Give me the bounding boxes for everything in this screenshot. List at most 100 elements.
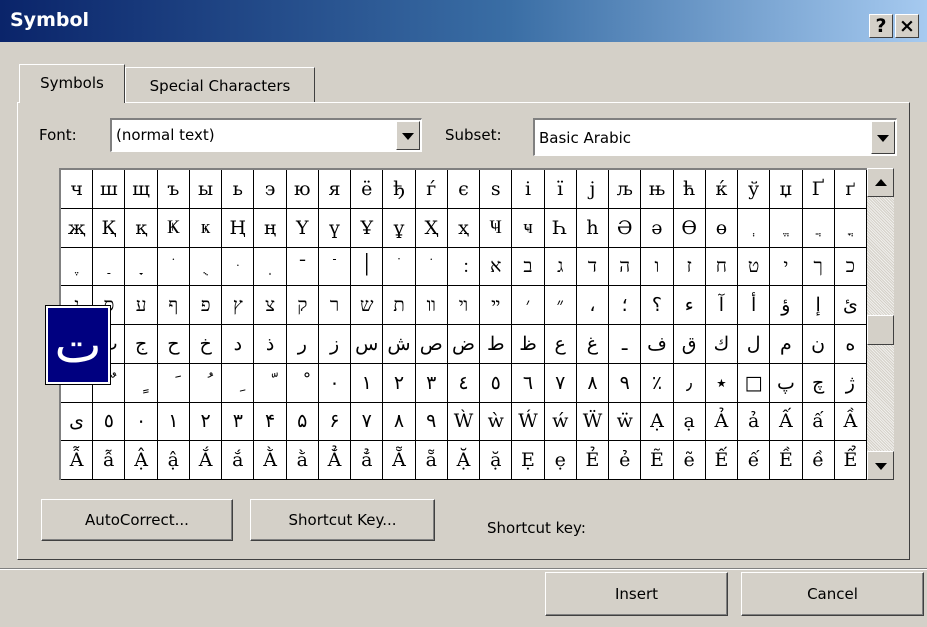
symbol-cell[interactable]: ٣	[222, 402, 255, 442]
symbol-cell[interactable]: ї	[544, 170, 577, 209]
symbol-cell[interactable]: Ắ	[189, 441, 223, 480]
symbol-cell[interactable]: Ẹ	[512, 441, 545, 480]
help-icon[interactable]: ?	[869, 14, 893, 38]
symbol-cell[interactable]: ө	[705, 208, 739, 248]
symbol-cell[interactable]: ء	[673, 286, 706, 325]
symbol-cell[interactable]: ٥	[480, 363, 513, 403]
symbol-cell[interactable]: ҝ	[189, 208, 223, 248]
symbol-cell[interactable]: غ	[576, 325, 610, 364]
symbol-cell[interactable]: Ұ	[351, 208, 384, 248]
symbol-cell[interactable]: ٦	[512, 363, 545, 403]
symbol-cell[interactable]: ه	[834, 325, 867, 364]
symbol-cell[interactable]: Ậ	[125, 441, 158, 480]
symbol-cell[interactable]: ك	[705, 325, 739, 364]
symbol-cell[interactable]: ש	[351, 286, 384, 325]
symbol-cell[interactable]: ٤	[447, 363, 481, 403]
scroll-up-icon[interactable]	[867, 168, 894, 197]
symbol-cell[interactable]: ٩	[609, 363, 642, 403]
symbol-cell[interactable]: ׂ	[415, 247, 448, 287]
symbol-cell[interactable]: Ặ	[447, 441, 481, 480]
symbol-cell[interactable]: ر	[286, 325, 319, 364]
symbol-cell[interactable]: ؛	[609, 286, 642, 325]
symbol-cell[interactable]: س	[351, 325, 384, 364]
symbol-cell[interactable]: ف	[641, 325, 674, 364]
symbol-cell[interactable]: ־	[286, 247, 319, 287]
symbol-cell[interactable]: Қ	[93, 208, 126, 248]
symbol-cell[interactable]: ẫ	[93, 441, 126, 480]
symbol-cell[interactable]: ٥	[93, 402, 126, 442]
symbol-cell[interactable]: ۶	[318, 402, 352, 442]
symbol-cell[interactable]: ײ	[480, 286, 513, 325]
symbol-cell[interactable]: ֲ	[802, 208, 835, 248]
symbol-cell[interactable]: ٩	[415, 402, 448, 442]
grid-scrollbar[interactable]	[867, 168, 894, 480]
symbol-cell[interactable]: ẳ	[351, 441, 384, 480]
symbol-cell[interactable]: Ґ	[802, 170, 835, 209]
symbol-cell[interactable]: ג	[544, 247, 577, 287]
symbol-cell[interactable]: ז	[673, 247, 706, 287]
symbol-cell[interactable]: Ẽ	[641, 441, 674, 480]
symbol-cell[interactable]: Ầ	[834, 402, 867, 442]
symbol-cell[interactable]: ژ	[834, 363, 867, 403]
symbol-cell[interactable]: Ẻ	[576, 441, 610, 480]
symbol-cell[interactable]: ы	[189, 170, 223, 209]
symbol-cell[interactable]: ٍ	[125, 363, 158, 403]
symbol-cell[interactable]: џ	[770, 170, 803, 209]
symbol-cell[interactable]: ظ	[512, 325, 545, 364]
symbol-cell[interactable]: ّ	[254, 363, 287, 403]
symbol-cell[interactable]: ٨	[383, 402, 416, 442]
symbol-cell[interactable]: ћ	[673, 170, 706, 209]
tab-special-characters[interactable]: Special Characters	[125, 67, 315, 102]
symbol-cell[interactable]: ấ	[802, 402, 835, 442]
symbol-cell[interactable]: қ	[125, 208, 158, 248]
symbol-cell[interactable]: ו	[641, 247, 674, 287]
symbol-cell[interactable]: ת	[383, 286, 416, 325]
symbol-cell[interactable]: Ө	[673, 208, 706, 248]
symbol-cell[interactable]: ң	[254, 208, 287, 248]
symbol-cell[interactable]: і	[512, 170, 545, 209]
symbol-cell[interactable]: щ	[125, 170, 158, 209]
symbol-cell[interactable]: ٣	[415, 363, 448, 403]
symbol-cell[interactable]: ص	[415, 325, 448, 364]
symbol-cell[interactable]: □	[738, 363, 771, 403]
symbol-cell[interactable]: צ	[254, 286, 287, 325]
symbol-cell[interactable]: ط	[480, 325, 513, 364]
symbol-cell[interactable]: ד	[576, 247, 610, 287]
symbol-cell[interactable]: ُ	[189, 363, 223, 403]
tab-symbols[interactable]: Symbols	[19, 64, 125, 103]
symbol-cell[interactable]: ү	[318, 208, 352, 248]
symbol-cell[interactable]: ề	[802, 441, 835, 480]
symbol-cell[interactable]: ю	[286, 170, 319, 209]
insert-button[interactable]: Insert	[545, 572, 728, 616]
symbol-cell[interactable]: є	[447, 170, 481, 209]
symbol-cell[interactable]: ך	[802, 247, 835, 287]
symbol-cell[interactable]: ף	[157, 286, 190, 325]
symbol-cell[interactable]: Ү	[286, 208, 319, 248]
symbol-cell[interactable]: ט	[738, 247, 771, 287]
symbol-cell[interactable]: ِ	[222, 363, 255, 403]
symbol-cell[interactable]: љ	[609, 170, 642, 209]
symbol-cell[interactable]: ь	[222, 170, 255, 209]
symbol-cell[interactable]: ר	[318, 286, 352, 325]
symbol-cell[interactable]: Ә	[609, 208, 642, 248]
symbol-cell[interactable]: Ẃ	[512, 402, 545, 442]
symbol-cell[interactable]: Ẁ	[447, 402, 481, 442]
symbol-cell[interactable]: ẅ	[609, 402, 642, 442]
symbol-cell[interactable]: ҳ	[447, 208, 481, 248]
symbol-cell[interactable]: Ẅ	[576, 402, 610, 442]
symbol-cell[interactable]: ٠	[125, 402, 158, 442]
dropdown-arrow-icon[interactable]	[396, 121, 420, 150]
symbol-cell[interactable]: Ҹ	[480, 208, 513, 248]
symbol-cell[interactable]: ׃	[447, 247, 481, 287]
symbol-cell[interactable]: פ	[189, 286, 223, 325]
symbol-cell[interactable]: چ	[802, 363, 835, 403]
symbol-cell[interactable]: Ң	[222, 208, 255, 248]
symbol-cell[interactable]: ё	[351, 170, 384, 209]
symbol-cell[interactable]: ђ	[383, 170, 416, 209]
symbol-cell[interactable]: ẻ	[609, 441, 642, 480]
symbol-cell[interactable]: ұ	[383, 208, 416, 248]
symbol-cell[interactable]: Ể	[834, 441, 867, 480]
symbol-cell[interactable]: ٨	[576, 363, 610, 403]
symbol-cell[interactable]: ј	[576, 170, 610, 209]
font-combobox[interactable]: (normal text)	[110, 118, 422, 152]
